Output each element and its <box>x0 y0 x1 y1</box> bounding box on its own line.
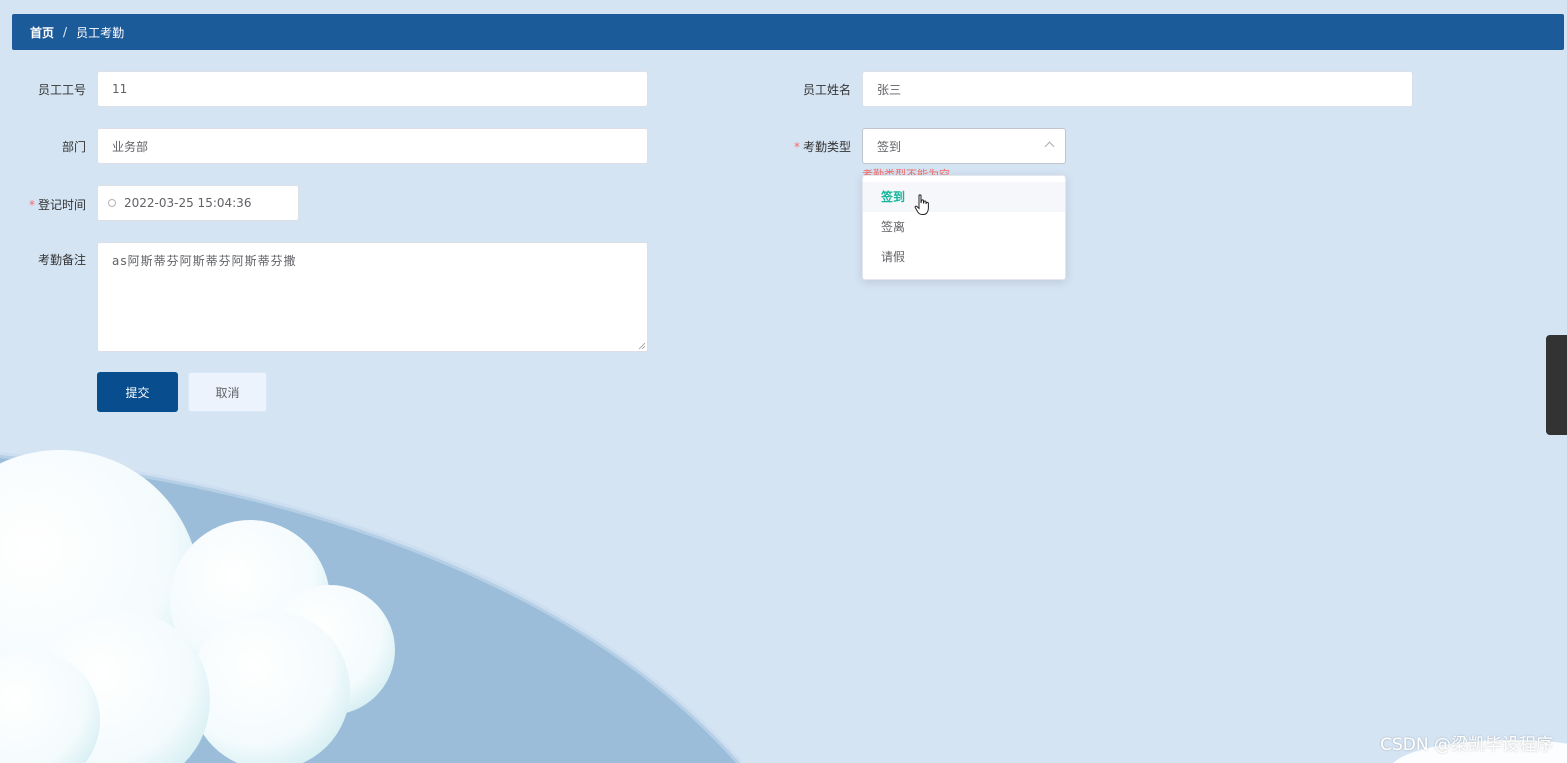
remark-value: as阿斯蒂芬阿斯蒂芬阿斯蒂芬撒 <box>112 254 297 268</box>
attendance-type-value: 签到 <box>877 139 902 154</box>
attendance-type-label: * 考勤类型 <box>761 138 851 155</box>
department-value: 业务部 <box>112 139 149 154</box>
register-time-label: * 登记时间 <box>0 196 86 213</box>
attendance-type-dropdown: 签到 签离 请假 <box>862 175 1066 280</box>
breadcrumb-separator: / <box>63 25 68 39</box>
attendance-type-label-text: 考勤类型 <box>802 140 851 154</box>
employee-name-value: 张三 <box>877 82 902 97</box>
employee-name-label: 员工姓名 <box>802 83 851 97</box>
breadcrumb-home[interactable]: 首页 <box>30 24 54 41</box>
hand-cursor-icon <box>914 194 929 215</box>
register-time-picker[interactable]: 2022-03-25 15:04:36 <box>97 185 299 221</box>
submit-button[interactable]: 提交 <box>97 372 178 412</box>
employee-id-label: 员工工号 <box>37 83 86 97</box>
remark-textarea[interactable]: as阿斯蒂芬阿斯蒂芬阿斯蒂芬撒 <box>97 242 648 352</box>
attendance-type-select[interactable]: 签到 <box>862 128 1066 164</box>
dropdown-option-leave[interactable]: 请假 <box>863 242 1065 272</box>
breadcrumb: 首页 / 员工考勤 <box>12 14 1564 50</box>
department-label: 部门 <box>61 140 86 154</box>
register-time-value: 2022-03-25 15:04:36 <box>124 196 252 210</box>
employee-id-input[interactable]: 11 <box>97 71 648 107</box>
remark-label: 考勤备注 <box>37 253 86 267</box>
csdn-watermark: CSDN @梁凯毕设程序 <box>1380 735 1553 755</box>
department-input[interactable]: 业务部 <box>97 128 648 164</box>
clock-icon <box>108 199 116 207</box>
employee-name-input[interactable]: 张三 <box>862 71 1413 107</box>
required-mark: * <box>28 198 35 212</box>
cancel-button[interactable]: 取消 <box>188 372 267 412</box>
register-time-label-text: 登记时间 <box>37 198 86 212</box>
chevron-up-icon <box>1044 141 1055 152</box>
side-collapse-tab[interactable] <box>1546 335 1567 435</box>
attendance-type-error: 考勤类型不能为空 <box>862 168 950 175</box>
required-mark: * <box>793 140 800 154</box>
employee-id-value: 11 <box>112 82 128 96</box>
dropdown-option-sign-out[interactable]: 签离 <box>863 212 1065 242</box>
breadcrumb-current: 员工考勤 <box>76 25 125 40</box>
dropdown-option-sign-in[interactable]: 签到 <box>863 182 1065 212</box>
resize-handle-icon[interactable] <box>638 342 645 349</box>
